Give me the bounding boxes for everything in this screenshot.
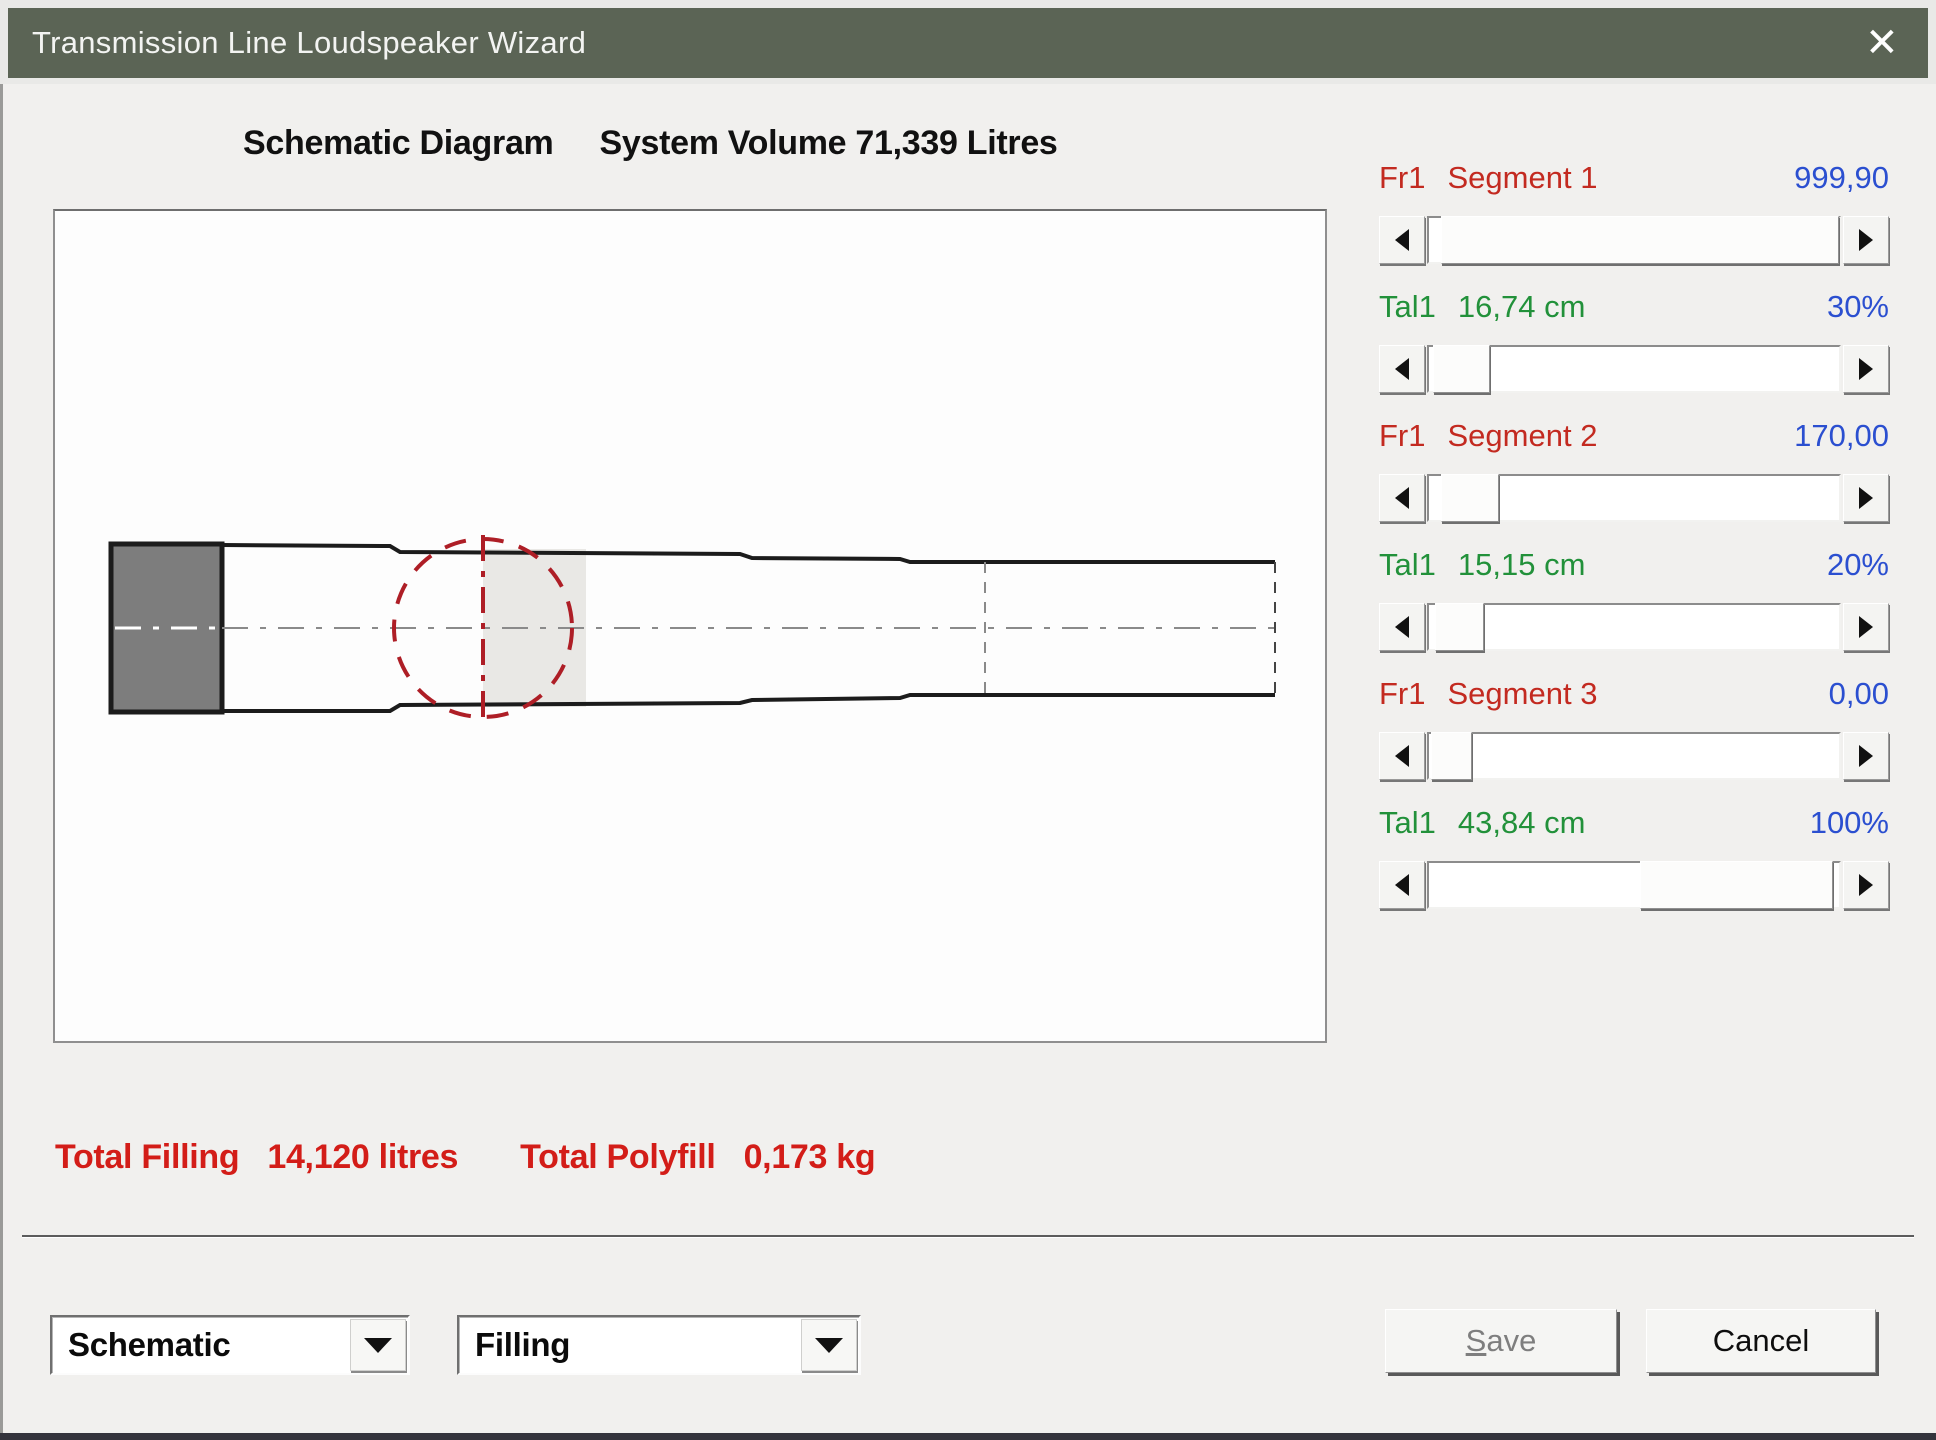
slider-label-text: Segment 1 xyxy=(1448,160,1598,196)
slider-value: 999,90 xyxy=(1794,160,1889,196)
slider-right-arrow-button[interactable] xyxy=(1843,861,1889,909)
slider-label-text: 16,74 cm xyxy=(1458,289,1586,325)
right-arrow-icon xyxy=(1859,616,1873,638)
slider-thumb[interactable] xyxy=(1640,861,1833,909)
totals-row: Total Filling 14,120 litres Total Polyfi… xyxy=(55,1138,875,1177)
right-arrow-icon xyxy=(1859,745,1873,767)
save-button[interactable]: Save xyxy=(1385,1309,1617,1373)
chevron-down-icon xyxy=(364,1338,392,1353)
view-combobox-dropdown-button[interactable] xyxy=(350,1319,406,1371)
slider-right-arrow-button[interactable] xyxy=(1843,345,1889,393)
slider-label-row: Fr1 Segment 2 170,00 xyxy=(1379,416,1889,456)
window-frame-left xyxy=(0,84,3,1440)
slider-right-arrow-button[interactable] xyxy=(1843,474,1889,522)
slider-label-row: Tal1 43,84 cm 100% xyxy=(1379,803,1889,843)
slider-label-prefix: Tal1 xyxy=(1379,289,1436,325)
slider-label-prefix: Tal1 xyxy=(1379,805,1436,841)
slider-thumb[interactable] xyxy=(1433,345,1490,393)
slider-scrollbar xyxy=(1379,732,1889,780)
slider-value: 170,00 xyxy=(1794,418,1889,454)
save-button-label: Save xyxy=(1466,1323,1537,1359)
slider-label-row: Fr1 Segment 3 0,00 xyxy=(1379,674,1889,714)
slider-track[interactable] xyxy=(1427,345,1841,393)
slider-label-prefix: Fr1 xyxy=(1379,160,1426,196)
slider-label-prefix: Tal1 xyxy=(1379,547,1436,583)
close-button[interactable]: ✕ xyxy=(1860,21,1904,65)
slider-label-text: 43,84 cm xyxy=(1458,805,1586,841)
total-polyfill-value: 0,173 kg xyxy=(744,1138,876,1177)
window-frame-bottom xyxy=(0,1433,1936,1440)
divider-line xyxy=(22,1235,1914,1238)
view-combobox-value: Schematic xyxy=(52,1326,350,1364)
mode-combobox-dropdown-button[interactable] xyxy=(801,1319,857,1371)
left-arrow-icon xyxy=(1395,358,1409,380)
total-filling-label: Total Filling xyxy=(55,1138,239,1177)
slider-value: 20% xyxy=(1827,547,1889,583)
slider-thumb[interactable] xyxy=(1441,474,1498,522)
mode-combobox[interactable]: Filling xyxy=(457,1315,861,1375)
right-arrow-icon xyxy=(1859,358,1873,380)
slider-thumb[interactable] xyxy=(1431,732,1472,780)
slider-label-row: Fr1 Segment 1 999,90 xyxy=(1379,158,1889,198)
chevron-down-icon xyxy=(815,1338,843,1353)
slider-value: 0,00 xyxy=(1829,676,1889,712)
page-title: Schematic Diagram xyxy=(243,124,553,163)
slider-track[interactable] xyxy=(1427,474,1841,522)
window-title: Transmission Line Loudspeaker Wizard xyxy=(32,25,1860,61)
duct-bottom-wall xyxy=(222,695,1275,711)
left-arrow-icon xyxy=(1395,487,1409,509)
slider-right-arrow-button[interactable] xyxy=(1843,216,1889,264)
cancel-button[interactable]: Cancel xyxy=(1646,1309,1876,1373)
left-arrow-icon xyxy=(1395,874,1409,896)
slider-scrollbar xyxy=(1379,603,1889,651)
slider-left-arrow-button[interactable] xyxy=(1379,603,1425,651)
cancel-button-label: Cancel xyxy=(1713,1323,1810,1359)
slider-label-text: Segment 3 xyxy=(1448,676,1598,712)
heading-row: Schematic Diagram System Volume 71,339 L… xyxy=(243,124,1058,163)
system-volume-label: System Volume 71,339 Litres xyxy=(599,124,1057,163)
right-arrow-icon xyxy=(1859,229,1873,251)
slider-scrollbar xyxy=(1379,216,1889,264)
schematic-canvas xyxy=(53,209,1327,1043)
close-icon: ✕ xyxy=(1865,23,1899,63)
left-arrow-icon xyxy=(1395,745,1409,767)
total-polyfill-label: Total Polyfill xyxy=(520,1138,715,1177)
slider-label-prefix: Fr1 xyxy=(1379,418,1426,454)
left-arrow-icon xyxy=(1395,229,1409,251)
slider-left-arrow-button[interactable] xyxy=(1379,861,1425,909)
wizard-dialog: Transmission Line Loudspeaker Wizard ✕ S… xyxy=(0,0,1936,1440)
slider-thumb[interactable] xyxy=(1435,603,1484,651)
right-arrow-icon xyxy=(1859,487,1873,509)
slider-track[interactable] xyxy=(1427,861,1841,909)
schematic-svg xyxy=(55,211,1325,1041)
slider-label-prefix: Fr1 xyxy=(1379,676,1426,712)
slider-scrollbar xyxy=(1379,861,1889,909)
slider-scrollbar xyxy=(1379,474,1889,522)
slider-track[interactable] xyxy=(1427,216,1841,264)
titlebar[interactable]: Transmission Line Loudspeaker Wizard ✕ xyxy=(8,8,1928,78)
left-arrow-icon xyxy=(1395,616,1409,638)
slider-value: 100% xyxy=(1810,805,1889,841)
slider-value: 30% xyxy=(1827,289,1889,325)
slider-left-arrow-button[interactable] xyxy=(1379,474,1425,522)
total-filling-value: 14,120 litres xyxy=(267,1138,458,1177)
slider-label-row: Tal1 16,74 cm 30% xyxy=(1379,287,1889,327)
slider-thumb[interactable] xyxy=(1441,216,1839,264)
slider-label-text: 15,15 cm xyxy=(1458,547,1586,583)
slider-right-arrow-button[interactable] xyxy=(1843,603,1889,651)
slider-label-row: Tal1 15,15 cm 20% xyxy=(1379,545,1889,585)
slider-track[interactable] xyxy=(1427,603,1841,651)
slider-right-arrow-button[interactable] xyxy=(1843,732,1889,780)
slider-left-arrow-button[interactable] xyxy=(1379,732,1425,780)
view-combobox[interactable]: Schematic xyxy=(50,1315,410,1375)
slider-scrollbar xyxy=(1379,345,1889,393)
slider-left-arrow-button[interactable] xyxy=(1379,345,1425,393)
duct-top-wall xyxy=(222,545,1275,562)
slider-left-arrow-button[interactable] xyxy=(1379,216,1425,264)
slider-label-text: Segment 2 xyxy=(1448,418,1598,454)
slider-track[interactable] xyxy=(1427,732,1841,780)
right-arrow-icon xyxy=(1859,874,1873,896)
mode-combobox-value: Filling xyxy=(459,1326,801,1364)
